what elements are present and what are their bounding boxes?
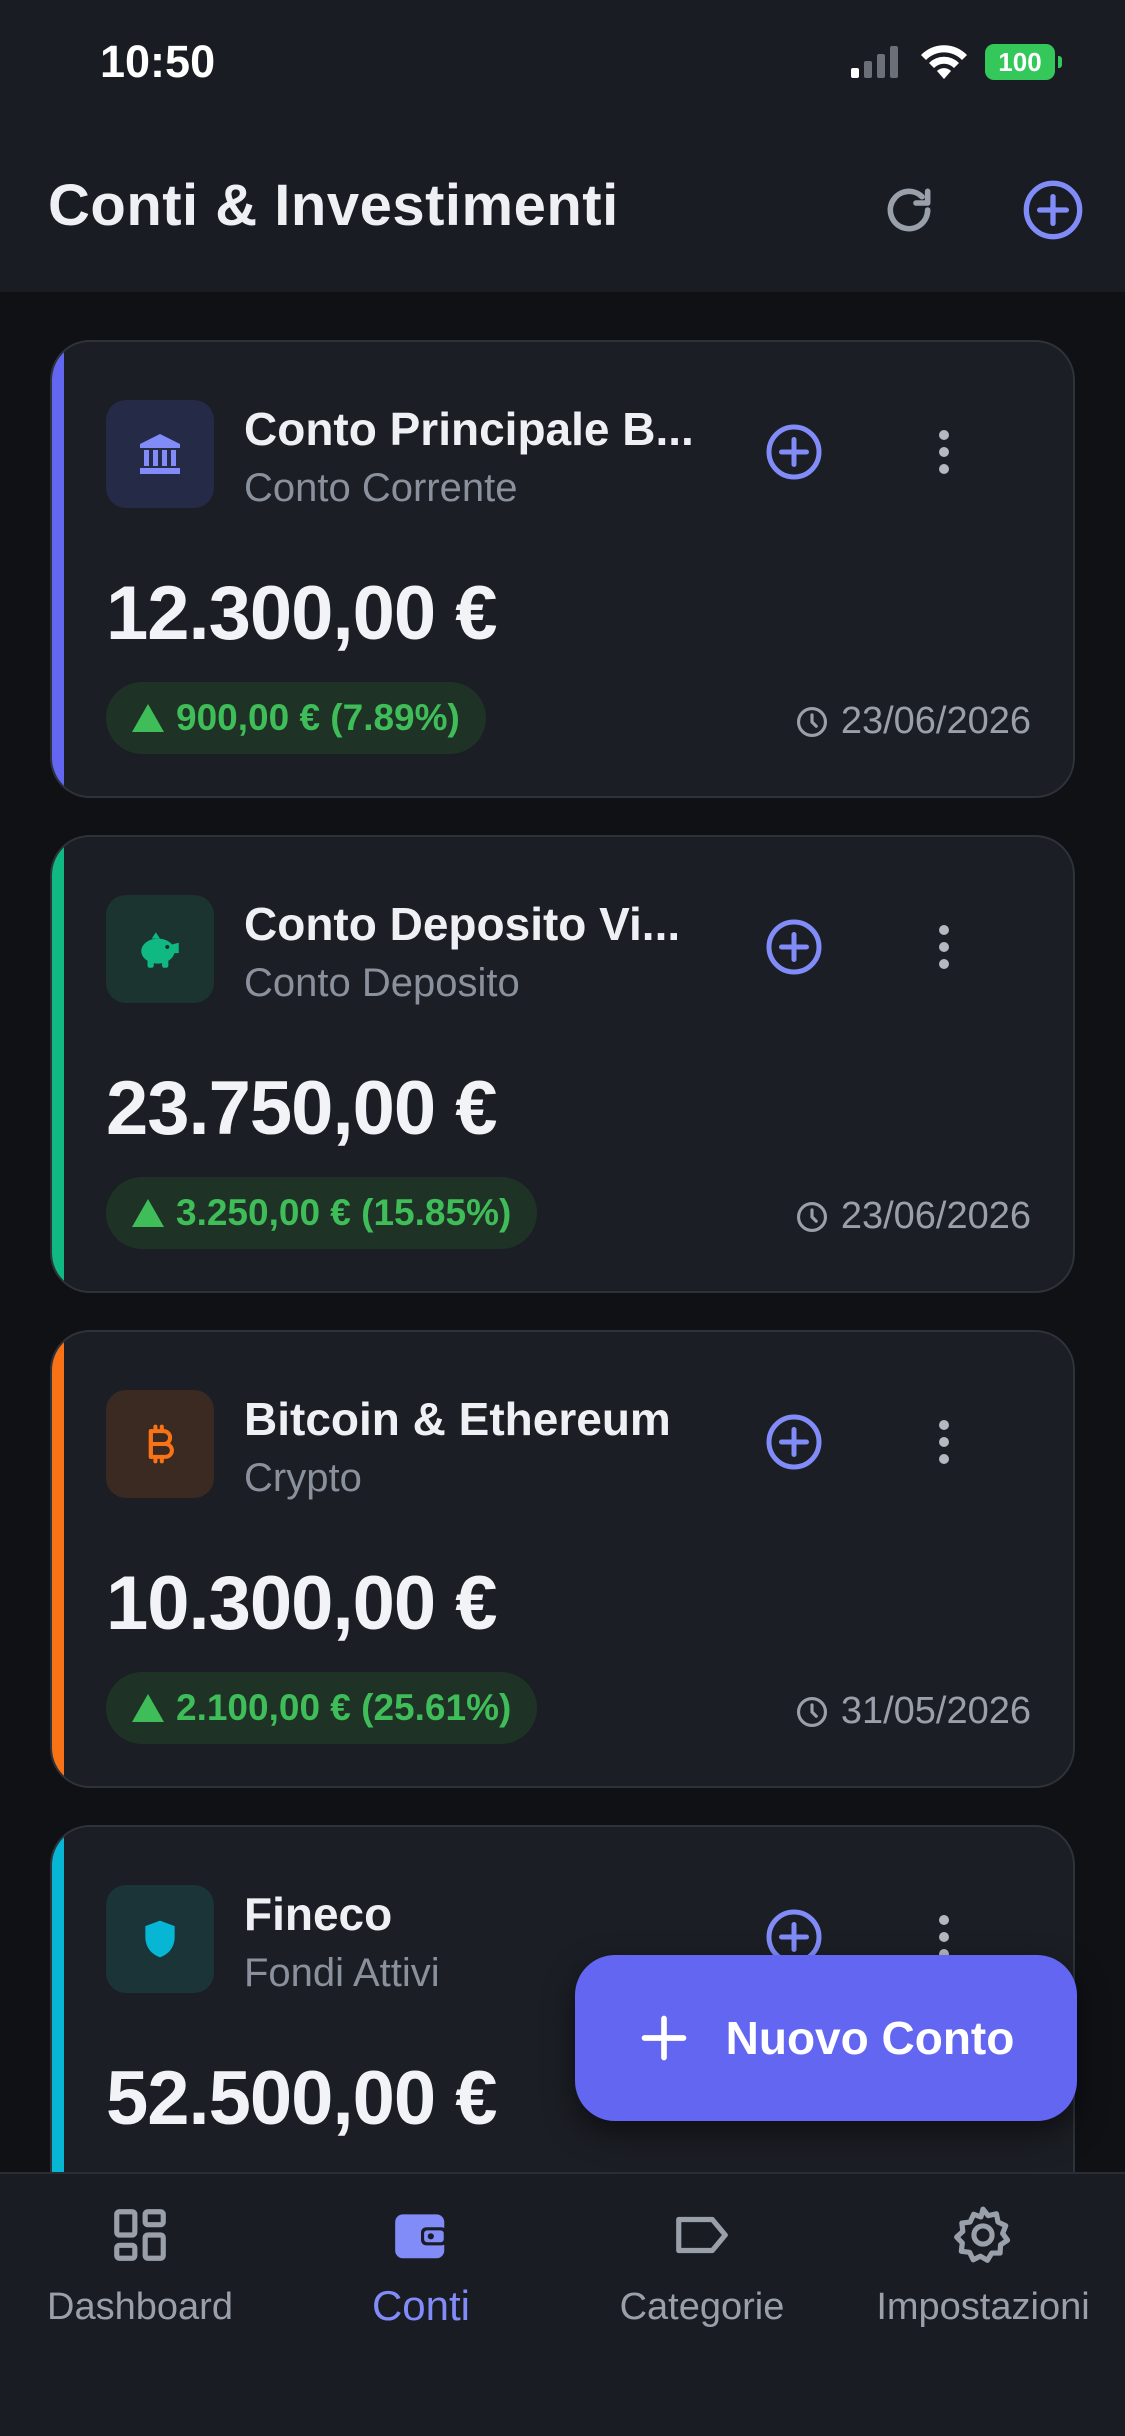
last-updated: 23/06/2026 — [795, 1195, 1031, 1238]
bank-icon — [140, 434, 180, 474]
account-balance: 12.300,00 € — [106, 571, 497, 656]
nav-label: Conti — [371, 2282, 471, 2329]
new-account-button[interactable]: Nuovo Conto — [575, 1955, 1077, 2121]
account-name: Conto Principale B... — [244, 403, 694, 455]
account-type: Crypto — [244, 1456, 362, 1500]
more-options-button[interactable] — [924, 917, 964, 977]
gear-icon — [948, 2200, 1018, 2270]
bitcoin-icon — [148, 1424, 174, 1464]
account-type: Conto Corrente — [244, 466, 518, 510]
arrow-up-icon — [132, 704, 164, 732]
account-type: Fondi Attivi — [244, 1951, 440, 1995]
add-transaction-button[interactable] — [764, 917, 824, 977]
gain-value: 900,00 € (7.89%) — [176, 697, 460, 738]
card-accent-bar — [52, 342, 64, 796]
add-account-header-button[interactable] — [1018, 175, 1088, 245]
account-balance: 52.500,00 € — [106, 2056, 497, 2141]
last-updated-date: 31/05/2026 — [840, 1690, 1031, 1732]
status-bar: 10:50 100 — [0, 0, 1125, 130]
status-time: 10:50 — [100, 36, 216, 87]
clock-icon — [796, 1696, 827, 1727]
clock-icon — [796, 1201, 827, 1232]
arrow-up-icon — [132, 1199, 164, 1227]
account-name: Conto Deposito Vi... — [244, 898, 681, 950]
card-accent-bar — [52, 1827, 64, 2172]
account-card[interactable]: Bitcoin & Ethereum Crypto 10.300,00 € 2.… — [50, 1330, 1075, 1788]
account-card[interactable]: Conto Deposito Vi... Conto Deposito 23.7… — [50, 835, 1075, 1293]
accounts-list: Conto Principale B... Conto Corrente 12.… — [0, 292, 1125, 2172]
gain-value: 3.250,00 € (15.85%) — [176, 1192, 512, 1233]
more-options-button[interactable] — [924, 422, 964, 482]
nav-label: Categorie — [619, 2286, 785, 2328]
account-icon-box — [106, 400, 214, 508]
arrow-up-icon — [132, 1694, 164, 1722]
account-name: Fineco — [244, 1888, 393, 1940]
gain-badge: 3.250,00 € (15.85%) — [106, 1177, 538, 1249]
account-balance: 23.750,00 € — [106, 1066, 497, 1151]
wallet-icon — [386, 2200, 456, 2270]
last-updated: 31/05/2026 — [795, 1690, 1031, 1733]
add-circle-icon — [766, 1414, 822, 1470]
nav-label: Impostazioni — [876, 2286, 1090, 2328]
page-title: Conti & Investimenti — [48, 173, 619, 238]
nav-label: Dashboard — [47, 2286, 233, 2328]
new-account-label: Nuovo Conto — [725, 2012, 1015, 2064]
add-circle-icon — [766, 919, 822, 975]
add-circle-icon — [1023, 180, 1083, 240]
last-updated: 23/06/2026 — [795, 700, 1031, 743]
piggy-bank-icon — [141, 932, 179, 968]
gain-badge: 900,00 € (7.89%) — [106, 682, 486, 754]
account-icon-box — [106, 1390, 214, 1498]
account-balance: 10.300,00 € — [106, 1561, 497, 1646]
wifi-icon — [921, 45, 967, 79]
account-type: Conto Deposito — [244, 961, 520, 1005]
status-icons: 100 — [851, 44, 1062, 80]
shield-icon — [145, 1920, 175, 1958]
last-updated-date: 23/06/2026 — [840, 700, 1031, 742]
battery-indicator: 100 — [985, 44, 1062, 80]
card-accent-bar — [52, 837, 64, 1291]
nav-item-dashboard[interactable]: Dashboard — [0, 2200, 280, 2340]
add-transaction-button[interactable] — [764, 422, 824, 482]
bottom-navigation: Dashboard Conti Categorie Impostazioni — [0, 2172, 1125, 2436]
nav-item-categorie[interactable]: Categorie — [562, 2200, 842, 2340]
dashboard-icon — [105, 2200, 175, 2270]
gain-badge: 2.100,00 € (25.61%) — [106, 1672, 538, 1744]
tag-icon — [667, 2200, 737, 2270]
account-icon-box — [106, 1885, 214, 1993]
add-circle-icon — [766, 424, 822, 480]
last-updated-date: 23/06/2026 — [840, 1195, 1031, 1237]
plus-icon — [641, 2015, 686, 2061]
account-icon-box — [106, 895, 214, 1003]
card-accent-bar — [52, 1332, 64, 1786]
refresh-button[interactable] — [874, 175, 944, 245]
more-options-button[interactable] — [924, 1412, 964, 1472]
nav-item-impostazioni[interactable]: Impostazioni — [843, 2200, 1123, 2340]
signal-icon — [851, 46, 898, 78]
gain-value: 2.100,00 € (25.61%) — [176, 1687, 512, 1728]
add-transaction-button[interactable] — [764, 1412, 824, 1472]
refresh-icon — [887, 188, 931, 232]
account-name: Bitcoin & Ethereum — [244, 1393, 671, 1445]
nav-item-conti[interactable]: Conti — [281, 2200, 561, 2340]
account-card[interactable]: Conto Principale B... Conto Corrente 12.… — [50, 340, 1075, 798]
app-header: Conti & Investimenti — [0, 130, 1125, 292]
clock-icon — [796, 706, 827, 737]
